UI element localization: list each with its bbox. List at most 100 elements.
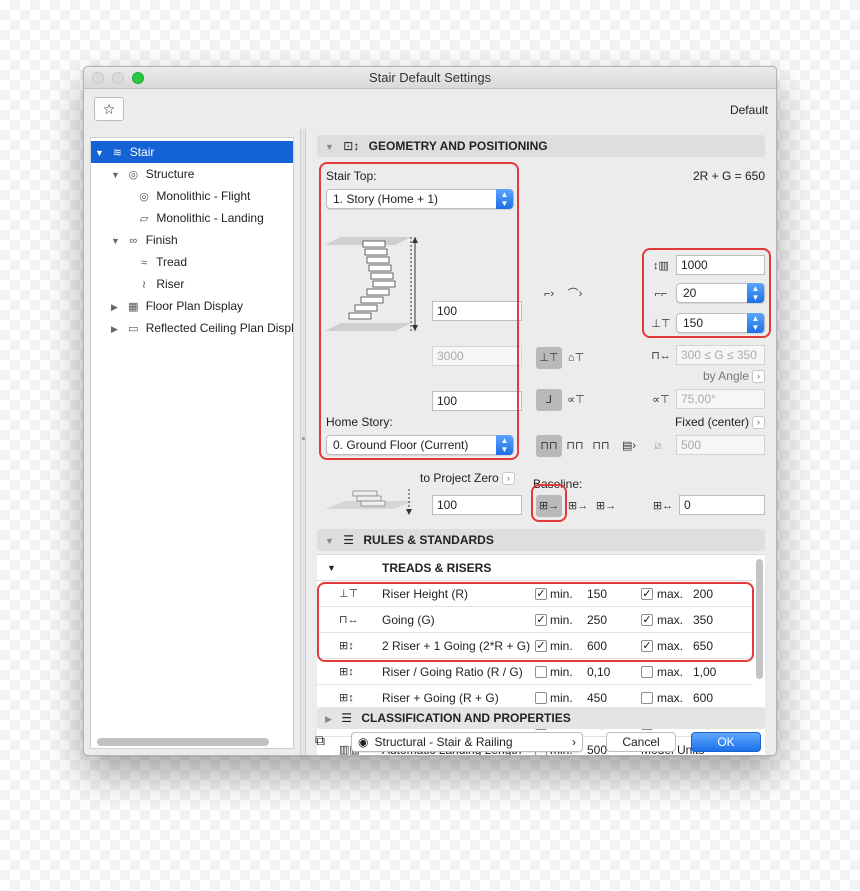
favorites-button[interactable]: ☆ [94,97,124,121]
going-range-field[interactable]: 300 ≤ G ≤ 350 [676,345,765,365]
max-checkbox[interactable]: ✓ [641,640,653,652]
tree-item-label: Stair [129,145,155,159]
min-checkbox[interactable]: ✓ [535,640,547,652]
rule-formula-label: 2R + G = 650 [692,169,765,183]
max-value[interactable]: 350 [693,607,713,633]
angle-field[interactable]: 75,00° [676,389,765,409]
rule-icon: ⊞↕ [339,666,354,678]
min-value[interactable]: 250 [587,607,607,633]
min-checkbox[interactable]: ✓ [535,614,547,626]
riser-height-select[interactable]: 150 ▲ ▼ [676,313,765,333]
tree-item-label: Structure [145,167,195,181]
baseline-left-button[interactable]: ⊞→ [536,495,562,517]
max-label: max. [657,587,684,601]
max-value[interactable]: 650 [693,633,713,659]
home-story-label: Home Story: [326,415,393,429]
panel-splitter[interactable] [300,129,306,755]
expand-triangle-icon[interactable]: ▼ [111,230,121,252]
rules-vertical-scrollbar[interactable] [756,559,763,679]
section-rules-header[interactable]: ▼ ☰ RULES & STANDARDS [317,529,765,551]
lock-height-button[interactable]: ⌂⊤ [563,347,589,369]
tree-item-riser[interactable]: ≀ Riser [135,273,184,295]
riser-count-icon-wrap: ⌐⌐ [647,283,675,305]
fixed-center-label[interactable]: Fixed (center) › [675,415,765,430]
rule-row[interactable]: ⊞↕ Riser / Going Ratio (R / G) min. 0,10 max… [317,659,753,685]
max-checkbox[interactable] [641,692,653,704]
rule-row[interactable]: ⊞↕ 2 Riser + 1 Going (2*R + G) ✓ min. 600 ✓ ma… [317,633,753,659]
riser-type-button[interactable]: ⌒› [563,283,587,305]
going-mode-button[interactable]: ⅃ [536,389,562,411]
tree-item-finish[interactable]: ▼ ∞ Finish [111,229,178,251]
rule-row[interactable]: ⊓↔ Going (G) ✓ min. 250 ✓ max. 350 [317,607,753,633]
height-lock-button[interactable]: ⊥⊤ [536,347,562,369]
total-height-field[interactable]: 3000 [432,346,522,366]
baseline-right-icon: ⊞→ [595,500,617,512]
min-value[interactable]: 0,10 [587,659,610,685]
max-checkbox[interactable] [641,666,653,678]
by-angle-label[interactable]: by Angle › [703,369,765,384]
angle-mode-button[interactable]: ∝⊤ [563,389,589,411]
maximize-window-button[interactable] [132,72,144,84]
layer-select[interactable]: ◉ Structural - Stair & Railing › [351,732,583,752]
close-window-button[interactable] [92,72,104,84]
project-zero-field[interactable]: 100 [432,495,522,515]
riser-height-value: 150 [683,316,704,330]
minimize-window-button[interactable] [112,72,124,84]
home-story-select[interactable]: 0. Ground Floor (Current) ▲ ▼ [326,435,514,455]
cancel-button[interactable]: Cancel [606,732,676,752]
tree-item-monolithic-flight[interactable]: ◎ Monolithic - Flight [135,185,250,207]
width-left-button[interactable]: ⊓⊓ [536,435,562,457]
flight-height-field[interactable]: 1000 [676,255,765,275]
chevron-right-icon[interactable]: › [752,416,765,430]
riser-height-icon-wrap: ⊥⊤ [647,313,675,335]
tree-item-floor-plan-display[interactable]: ▶ ▦ Floor Plan Display [111,295,243,317]
angle-icon-wrap: ∝⊤ [647,389,675,411]
section-classification-header[interactable]: ▶ ☰ CLASSIFICATION AND PROPERTIES [317,707,765,729]
width-menu-button[interactable]: ▤› [616,435,642,457]
expand-triangle-icon[interactable]: ▼ [111,164,121,186]
tree-horizontal-scrollbar[interactable] [97,738,269,746]
section-geometry-header[interactable]: ▼ ⊡↕ GEOMETRY AND POSITIONING [317,135,765,157]
min-checkbox[interactable] [535,666,547,678]
width-center-button[interactable]: ⊓⊓ [563,435,587,457]
title-bar[interactable]: Stair Default Settings [84,67,776,89]
width-right-button[interactable]: ⊓⊓ [589,435,613,457]
rules-subsection-header[interactable]: ▼ TREADS & RISERS [317,555,753,581]
width-custom-button[interactable]: ⧄ [647,435,669,457]
rule-row[interactable]: ⊥⊤ Riser Height (R) ✓ min. 150 ✓ max. 200 [317,581,753,607]
baseline-center-button[interactable]: ⊞→ [565,495,591,517]
updown-arrows-icon: ▲ ▼ [747,283,764,303]
min-checkbox[interactable]: ✓ [535,588,547,600]
stair-angle-icon: ∝⊤ [652,394,670,406]
flight-type-button[interactable]: ⌐› [537,283,561,305]
bottom-offset-field[interactable]: 100 [432,391,522,411]
collapse-triangle-icon[interactable]: ▶ [111,296,121,318]
top-offset-field[interactable]: 100 [432,301,522,321]
tree-item-stair[interactable]: ▼ ≋ Stair [91,141,293,163]
tree-item-reflected-ceiling-plan[interactable]: ▶ ▭ Reflected Ceiling Plan Displ [111,317,294,339]
stair-top-select[interactable]: 1. Story (Home + 1) ▲ ▼ [326,189,514,209]
riser-count-select[interactable]: 20 ▲ ▼ [676,283,765,303]
min-value[interactable]: 600 [587,633,607,659]
min-value[interactable]: 150 [587,581,607,607]
max-value[interactable]: 1,00 [693,659,716,685]
baseline-right-button[interactable]: ⊞→ [593,495,619,517]
chevron-right-icon[interactable]: › [752,370,765,384]
max-checkbox[interactable]: ✓ [641,588,653,600]
tree-item-monolithic-landing[interactable]: ▱ Monolithic - Landing [135,207,264,229]
chevron-right-icon[interactable]: › [501,472,515,486]
max-value[interactable]: 200 [693,581,713,607]
riser-count-icon: ⌐⌐ [654,288,668,300]
to-project-zero-label[interactable]: to Project Zero › [420,471,515,486]
collapse-triangle-icon[interactable]: ▶ [111,318,121,340]
min-checkbox[interactable] [535,692,547,704]
max-checkbox[interactable]: ✓ [641,614,653,626]
tree-item-structure[interactable]: ▼ ◎ Structure [111,163,194,185]
tree-item-label: Finish [145,233,178,247]
ok-button[interactable]: OK [691,732,761,752]
stair-width-field[interactable]: 500 [676,435,765,455]
expand-triangle-icon[interactable]: ▼ [95,142,105,164]
baseline-offset-field[interactable]: 0 [679,495,765,515]
tree-item-tread[interactable]: ≈ Tread [135,251,187,273]
stair-top-label: Stair Top: [326,169,377,183]
